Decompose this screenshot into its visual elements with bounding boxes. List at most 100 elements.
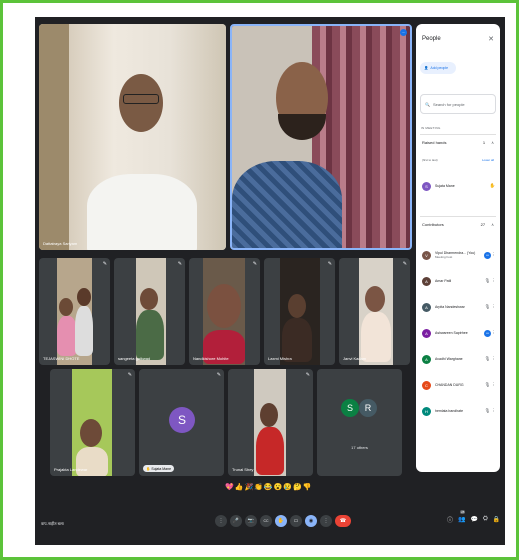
info-icon[interactable]: ⓘ	[447, 515, 453, 524]
raise-hand-button[interactable]: ✋	[275, 515, 287, 527]
captions-button[interactable]: CC	[260, 515, 272, 527]
group-label: Contributors	[422, 222, 444, 227]
more-vert-icon[interactable]: ⋮	[491, 330, 496, 336]
mic-off-icon: ✎	[177, 261, 182, 267]
person-name: hemlata bandhate	[435, 409, 484, 413]
more-vert-icon[interactable]: ⋮	[491, 278, 496, 284]
present-button[interactable]: ▭	[290, 515, 302, 527]
person-body	[57, 316, 77, 356]
contributor-row[interactable]: A Amar Patil 🎙 ⋮	[422, 274, 496, 288]
more-vert-icon[interactable]: ⋮	[491, 382, 496, 388]
person-body	[256, 427, 284, 475]
mic-off-icon: 🎙	[484, 382, 491, 387]
mic-off-icon: ✎	[127, 372, 132, 378]
search-placeholder: Search for people	[432, 101, 465, 107]
raised-hand-row[interactable]: S Sujata Mane ✋	[422, 179, 496, 193]
avatar: A	[422, 354, 431, 364]
person-name: Ashwareen Saptrhee	[435, 331, 484, 335]
avatar: S	[169, 407, 195, 433]
person-body	[75, 306, 93, 356]
person-role: Meeting host	[435, 255, 453, 259]
participant-name: Dattatraya Sariyam	[43, 241, 78, 246]
person-name-text: CHANDAN DURG	[435, 383, 464, 387]
door	[39, 24, 69, 250]
video-tile-bottom-3[interactable]: ✎ Trunal Shey	[228, 369, 313, 476]
people-glyph: 👥	[458, 517, 466, 523]
camera-button[interactable]: 📷	[245, 515, 257, 527]
more-options-icon[interactable]: ⋯	[400, 29, 407, 36]
video-tile-others[interactable]: S R 17 others	[317, 369, 402, 476]
search-input[interactable]: 🔍 Search for people	[420, 94, 496, 114]
contributor-row[interactable]: V Vipul Dharmendra... (You) Meeting host ••…	[422, 248, 496, 262]
close-icon[interactable]: ✕	[488, 35, 494, 43]
video-tile-small-3[interactable]: ✎ Nandkishore Mohite	[189, 258, 260, 365]
video-tile-small-5[interactable]: ✎ Janvi Kadam	[339, 258, 410, 365]
reaction-emoji[interactable]: 💖	[225, 483, 234, 497]
avatar-s: S	[341, 399, 359, 417]
video-tile-main-right[interactable]: ⋯	[230, 24, 412, 250]
add-people-label: Add people	[430, 66, 449, 70]
meeting-title: वाप-नाहीत बला	[41, 521, 64, 526]
in-meeting-heading: IN MEETING	[421, 126, 441, 130]
person-head	[77, 288, 91, 306]
contributor-row[interactable]: Hhemlata bandhate 🎙 ⋮	[422, 404, 496, 418]
lock-icon[interactable]: 🔒	[493, 516, 500, 523]
video-tile-main-left[interactable]: Dattatraya Sariyam	[39, 24, 226, 250]
activities-icon[interactable]: ⛭	[483, 516, 488, 523]
end-call-button[interactable]: ☎	[335, 515, 351, 527]
participant-name: Laxmi Mishra	[268, 356, 292, 361]
reaction-emoji[interactable]: 👍	[235, 483, 244, 497]
reaction-emoji[interactable]: 👎	[303, 483, 312, 497]
more-vert-icon[interactable]: ⋮	[491, 408, 496, 414]
search-icon: 🔍	[425, 101, 430, 107]
reaction-emoji[interactable]: 😮	[274, 483, 283, 497]
video-tile-small-4[interactable]: ✎ Laxmi Mishra	[264, 258, 335, 365]
person-head	[140, 288, 158, 310]
people-icon[interactable]: 👥 28	[458, 510, 466, 523]
person-head	[288, 294, 306, 318]
more-reactions-button[interactable]: ⋮	[215, 515, 227, 527]
reaction-emoji[interactable]: 🤔	[293, 483, 302, 497]
side-controls: ⓘ 👥 28 💬 ⛭ 🔒	[447, 510, 500, 524]
participant-name: Sujata Mane	[151, 466, 172, 471]
video-tile-small-2[interactable]: ✎ sangeeta gaikwad	[114, 258, 185, 365]
person-name-text: Avadhi Warghane	[435, 357, 463, 361]
person-head	[207, 284, 241, 328]
more-vert-icon[interactable]: ⋮	[491, 252, 496, 258]
reaction-emoji[interactable]: 👏	[254, 483, 263, 497]
contributors-group[interactable]: Contributors 27 ∧	[420, 216, 496, 232]
reaction-emoji[interactable]: 😂	[264, 483, 273, 497]
group-count: 27	[480, 222, 486, 227]
more-options-button[interactable]: ⋮	[320, 515, 332, 527]
participant-name: Janvi Kadam	[343, 356, 367, 361]
contributor-row[interactable]: A Ashwareen Saptrhee ••• ⋮	[422, 326, 496, 340]
hand-icon: ✋	[146, 466, 151, 471]
group-label: Raised hands	[422, 140, 447, 145]
person-name: Avadhi Warghane	[435, 357, 484, 361]
more-vert-icon[interactable]: ⋮	[491, 356, 496, 362]
reaction-emoji[interactable]: 🎉	[244, 483, 253, 497]
more-vert-icon[interactable]: ⋮	[491, 304, 496, 310]
mic-off-icon: ✎	[402, 261, 407, 267]
video-tile-bottom-2[interactable]: S ✎ ✋ Sujata Mane	[139, 369, 224, 476]
participant-name: Trunal Shey	[232, 467, 254, 472]
person-name-text: Ashwareen Saptrhee	[435, 331, 468, 335]
lower-all-link[interactable]: Lower all	[482, 158, 494, 162]
call-controls: ⋮ 🎤 📷 CC ✋ ▭ ◉ ⋮ ☎	[215, 515, 351, 527]
video-tile-small-1[interactable]: ✎ TEJASWINI DHOTE	[39, 258, 110, 365]
mic-off-icon: 🎙	[484, 408, 491, 413]
participant-name: Prajakta Landewar	[54, 467, 88, 472]
raised-hands-group[interactable]: Raised hands 1 ∧	[420, 134, 496, 150]
participant-name: TEJASWINI DHOTE	[43, 356, 80, 361]
contributor-row[interactable]: A Arpita Nandeshwar 🎙 ⋮	[422, 300, 496, 314]
mic-off-icon: ✎	[102, 261, 107, 267]
avatar: V	[422, 250, 431, 260]
add-people-button[interactable]: 👤 Add people	[420, 62, 456, 74]
options-button[interactable]: ◉	[305, 515, 317, 527]
mic-button[interactable]: 🎤	[230, 515, 242, 527]
video-tile-bottom-1[interactable]: ✎ Prajakta Landewar	[50, 369, 135, 476]
reaction-emoji[interactable]: 😢	[283, 483, 292, 497]
contributor-row[interactable]: C CHANDAN DURG 🎙 ⋮	[422, 378, 496, 392]
chat-icon[interactable]: 💬	[471, 516, 478, 523]
contributor-row[interactable]: A Avadhi Warghane 🎙 ⋮	[422, 352, 496, 366]
